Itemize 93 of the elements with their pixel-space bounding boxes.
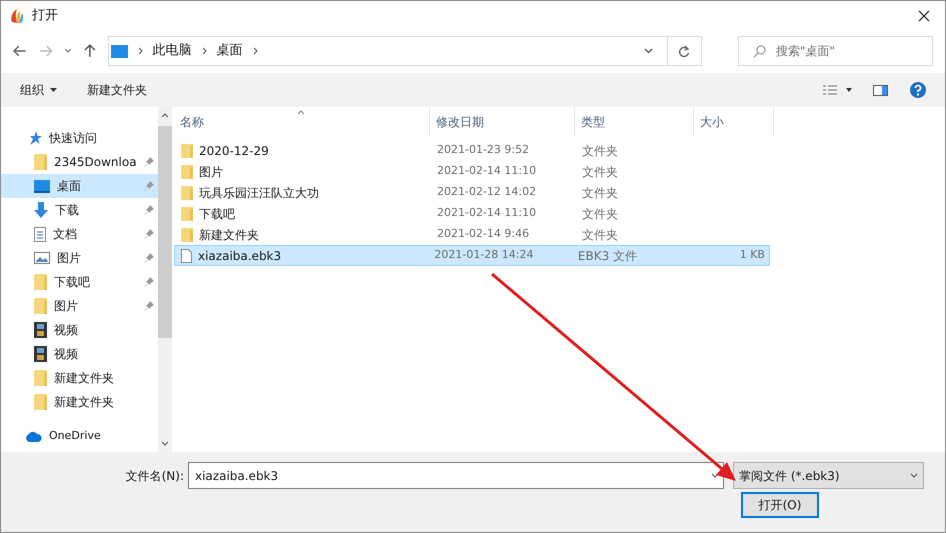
- breadcrumb-item[interactable]: 桌面: [216, 41, 243, 61]
- picture-icon: [34, 252, 50, 264]
- sidebar-item[interactable]: 新建文件夹: [1, 390, 158, 414]
- file-type-dropdown[interactable]: 掌阅文件 (*.ebk3): [733, 462, 924, 489]
- table-cell-text: EBK3 文件: [576, 248, 638, 264]
- file-name: 玩具乐园汪汪队立大功: [199, 184, 319, 202]
- folder-icon: [181, 228, 193, 242]
- table-cell-text: 文件夹: [581, 184, 619, 202]
- refresh-icon[interactable]: [678, 44, 690, 58]
- file-name: 新建文件夹: [199, 226, 259, 244]
- chevron-right-icon: [202, 47, 207, 55]
- search-icon: [752, 44, 766, 58]
- table-cell-text: 2021-02-12 14:02: [436, 184, 538, 200]
- close-icon[interactable]: [918, 10, 930, 22]
- file-row[interactable]: 下载吧 2021-02-14 11:10 文件夹: [174, 203, 770, 224]
- film-icon: [34, 346, 47, 362]
- table-cell-text: 文件夹: [581, 206, 619, 222]
- table-cell-text: 2021-01-28 14:24: [433, 247, 534, 264]
- file-row[interactable]: 2020-12-29 2021-01-23 9:52 文件夹: [174, 140, 770, 161]
- document-icon: [34, 226, 46, 242]
- film-icon: [34, 322, 47, 338]
- table-cell-text: 2021-02-14 11:10: [436, 205, 538, 222]
- sidebar-item[interactable]: OneDrive: [1, 424, 158, 448]
- file-row[interactable]: 玩具乐园汪汪队立大功 2021-02-12 14:02 文件夹: [174, 182, 770, 203]
- table-cell-text: 2021-02-14 11:10: [436, 163, 538, 180]
- folder-icon: [34, 298, 47, 314]
- file-name: 2020-12-29: [199, 142, 269, 160]
- sidebar-item[interactable]: 下载: [1, 198, 158, 222]
- scroll-up-icon[interactable]: [160, 113, 169, 118]
- file-name: 下载吧: [199, 206, 235, 222]
- sidebar-item[interactable]: 快速访问: [1, 126, 158, 150]
- sort-caret-icon: [297, 110, 305, 115]
- cloud-icon: [25, 430, 42, 442]
- new-folder-button[interactable]: 新建文件夹: [87, 81, 147, 99]
- app-icon: [10, 8, 24, 24]
- monitor-icon: [34, 180, 50, 192]
- chevron-down-icon[interactable]: [644, 48, 653, 54]
- folder-icon: [181, 144, 193, 158]
- chevron-down-icon[interactable]: [64, 48, 72, 54]
- column-header[interactable]: 名称: [174, 107, 430, 137]
- file-row[interactable]: xiazaiba.ebk3 2021-01-28 14:24 EBK3 文件 1 KB: [174, 245, 770, 266]
- up-arrow-icon[interactable]: [84, 44, 96, 58]
- file-row[interactable]: 图片 2021-02-14 11:10 文件夹: [174, 161, 770, 182]
- table-cell-text: 2021-01-23 9:52: [436, 142, 530, 158]
- sidebar-item[interactable]: 图片: [1, 294, 158, 318]
- folder-icon: [34, 154, 47, 170]
- sidebar-item[interactable]: 下载吧: [1, 270, 158, 294]
- scrollbar-thumb[interactable]: [158, 126, 172, 338]
- back-arrow-icon[interactable]: [13, 45, 27, 57]
- sidebar-item[interactable]: 文档: [1, 222, 158, 246]
- folder-icon: [34, 274, 47, 290]
- filename-field[interactable]: xiazaiba.ebk3: [188, 462, 724, 489]
- search-field[interactable]: 搜索"桌面": [738, 36, 933, 66]
- folder-icon: [181, 186, 193, 200]
- folder-icon: [34, 370, 47, 386]
- chevron-down-icon: [910, 473, 918, 478]
- sidebar-item[interactable]: 桌面: [1, 174, 158, 198]
- table-cell-text: 文件夹: [581, 226, 619, 244]
- address-bar[interactable]: 此电脑 桌面: [108, 36, 702, 66]
- chevron-right-icon: [138, 47, 143, 55]
- column-header[interactable]: 修改日期: [430, 107, 575, 137]
- folder-icon: [181, 206, 193, 220]
- open-button[interactable]: 打开(O): [741, 492, 819, 518]
- filename-label: 文件名(N):: [124, 468, 185, 484]
- download-arrow-icon: [34, 202, 48, 218]
- monitor-icon: [110, 44, 128, 58]
- organize-menu-button[interactable]: 组织: [20, 81, 57, 99]
- scroll-down-icon[interactable]: [160, 441, 169, 446]
- sidebar-item[interactable]: 视频: [1, 342, 158, 366]
- preview-pane-icon[interactable]: [873, 84, 888, 96]
- table-cell-text: 1 KB: [738, 247, 766, 264]
- breadcrumb-item[interactable]: 此电脑: [152, 41, 192, 61]
- table-cell-text: 文件夹: [581, 164, 619, 180]
- file-name: 图片: [199, 164, 223, 180]
- sidebar-item[interactable]: 视频: [1, 318, 158, 342]
- file-row[interactable]: 新建文件夹 2021-02-14 9:46 文件夹: [174, 224, 770, 245]
- sidebar-item[interactable]: 2345Downloa: [1, 150, 158, 174]
- sidebar-item[interactable]: 新建文件夹: [1, 366, 158, 390]
- folder-icon: [181, 164, 193, 178]
- window-title: 打开: [32, 7, 58, 26]
- chevron-right-icon: [252, 47, 258, 55]
- sidebar-item[interactable]: 图片: [1, 246, 158, 270]
- file-icon: [181, 248, 192, 262]
- table-cell-text: 2021-02-14 9:46: [436, 226, 530, 242]
- view-options-icon[interactable]: [823, 85, 853, 95]
- column-header[interactable]: 类型: [575, 107, 694, 137]
- file-name: xiazaiba.ebk3: [198, 248, 282, 264]
- folder-icon: [34, 394, 47, 410]
- column-header[interactable]: 大小: [694, 107, 774, 137]
- help-icon[interactable]: [910, 82, 926, 98]
- star-icon: [27, 131, 42, 145]
- table-cell-text: 文件夹: [581, 142, 619, 160]
- caret-down-icon: [50, 88, 57, 92]
